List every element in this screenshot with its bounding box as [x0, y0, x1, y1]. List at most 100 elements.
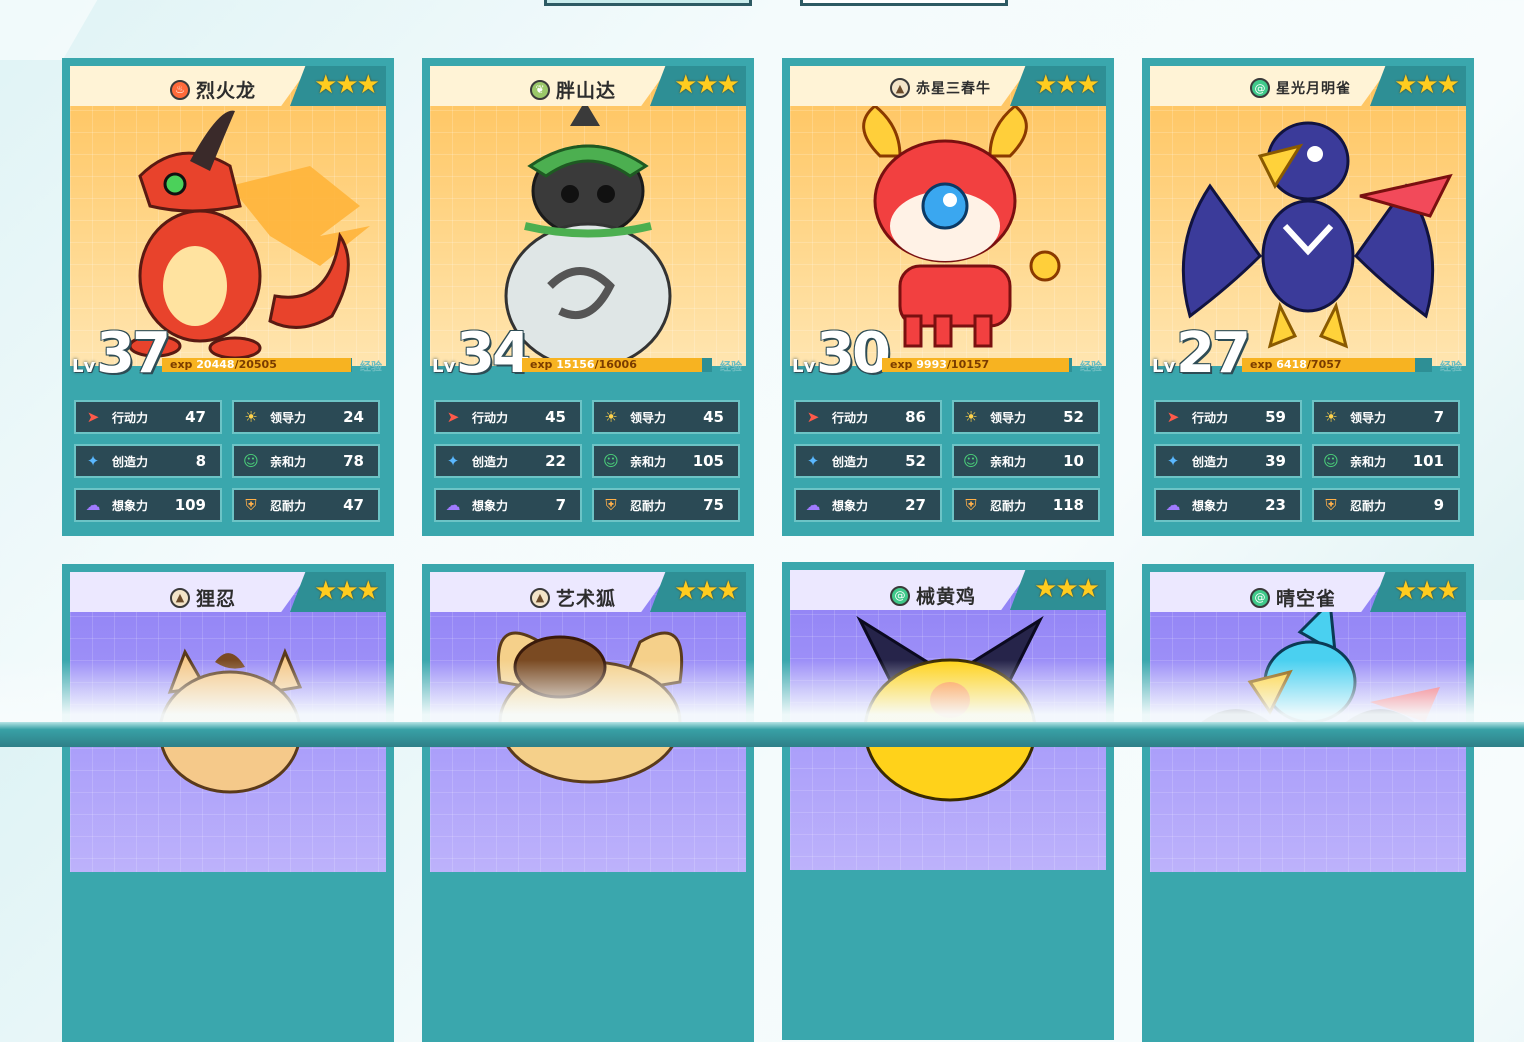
pet-card[interactable]: ★★★ ▲ 赤星三春牛 Lv 30 exp 9993/10157 经验 ➤ 行动力… [782, 58, 1114, 536]
rarity-stars: ★★★ [674, 576, 740, 606]
stat-value: 7 [555, 496, 566, 514]
stat-value: 59 [1265, 408, 1286, 426]
stat-value: 24 [343, 408, 364, 426]
stat-value: 45 [545, 408, 566, 426]
cloud-icon: ☁ [1165, 496, 1181, 514]
exp-prefix: exp [530, 358, 553, 371]
exp-button[interactable]: 经验 [720, 358, 742, 374]
smile-icon: ☺ [243, 452, 259, 470]
cloud-icon: ☁ [445, 496, 461, 514]
pet-name: 械黄鸡 [916, 586, 977, 608]
pet-card[interactable]: ★★★ ▲ 狸忍 [62, 564, 394, 1042]
level-label: Lv [432, 356, 456, 377]
stat-create: ✦ 创造力 52 [794, 444, 942, 478]
sun-icon: ☀ [604, 408, 618, 426]
level-row: Lv 34 exp 15156/16006 经验 [430, 326, 746, 382]
stat-endure: ⛨ 忍耐力 9 [1312, 488, 1460, 522]
sun-icon: ☀ [244, 408, 258, 426]
stat-value: 10 [1063, 452, 1084, 470]
exp-current: 15156 [556, 358, 595, 371]
stat-imagine: ☁ 想象力 27 [794, 488, 942, 522]
speed-icon: ➤ [86, 408, 100, 426]
exp-button[interactable]: 经验 [1080, 358, 1102, 374]
stat-label: 创造力 [1192, 454, 1229, 469]
exp-max: /10157 [946, 358, 990, 371]
pet-card[interactable]: ★★★ @ 星光月明雀 Lv 27 exp 6418/7057 经验 ➤ 行动力 5… [1142, 58, 1474, 536]
pet-card[interactable]: ★★★ @ 晴空雀 [1142, 564, 1474, 1042]
stat-affinity: ☺ 亲和力 10 [952, 444, 1100, 478]
stat-label: 忍耐力 [1350, 498, 1387, 513]
level-label: Lv [792, 356, 816, 377]
exp-button[interactable]: 经验 [360, 358, 382, 374]
stat-label: 亲和力 [630, 454, 667, 469]
exp-bar: exp 6418/7057 [1242, 358, 1432, 372]
smile-icon: ☺ [603, 452, 619, 470]
stat-lead: ☀ 领导力 7 [1312, 400, 1460, 434]
rarity-stars: ★★★ [674, 70, 740, 100]
exp-bar: exp 20448/20505 [162, 358, 352, 372]
stat-value: 52 [1063, 408, 1084, 426]
pet-name: 星光月明雀 [1276, 81, 1351, 97]
pet-card[interactable]: ★★★ ▲ 艺术狐 [422, 564, 754, 1042]
stat-label: 行动力 [1192, 410, 1229, 425]
fire-icon: ♨ [170, 79, 190, 100]
stat-label: 想象力 [112, 498, 149, 513]
stat-value: 118 [1052, 496, 1084, 514]
shield-icon: ⛨ [605, 496, 617, 514]
level-row: Lv 30 exp 9993/10157 经验 [790, 326, 1106, 382]
pet-card[interactable]: ★★★ ❦ 胖山达 Lv 34 exp 15156/16006 经验 ➤ 行动力 4… [422, 58, 754, 536]
stat-imagine: ☁ 想象力 23 [1154, 488, 1302, 522]
shield-icon: ⛨ [1325, 496, 1337, 514]
stat-create: ✦ 创造力 22 [434, 444, 582, 478]
filter-tab-left[interactable] [544, 0, 752, 6]
stat-speed: ➤ 行动力 86 [794, 400, 942, 434]
level-row: Lv 37 exp 20448/20505 经验 [70, 326, 386, 382]
stat-create: ✦ 创造力 39 [1154, 444, 1302, 478]
stat-label: 领导力 [630, 410, 667, 425]
bulb-icon: ✦ [446, 452, 460, 470]
speed-icon: ➤ [1166, 408, 1180, 426]
stat-value: 27 [905, 496, 926, 514]
speed-icon: ➤ [446, 408, 460, 426]
stat-label: 行动力 [472, 410, 509, 425]
stat-speed: ➤ 行动力 47 [74, 400, 222, 434]
stat-label: 忍耐力 [990, 498, 1027, 513]
stat-speed: ➤ 行动力 59 [1154, 400, 1302, 434]
exp-bar: exp 9993/10157 [882, 358, 1072, 372]
stat-affinity: ☺ 亲和力 101 [1312, 444, 1460, 478]
bulb-icon: ✦ [1166, 452, 1180, 470]
exp-button[interactable]: 经验 [1440, 358, 1462, 374]
filter-tab-right[interactable] [800, 0, 1008, 6]
stat-label: 亲和力 [1350, 454, 1387, 469]
bottom-bar [0, 722, 1524, 747]
bulb-icon: ✦ [806, 452, 820, 470]
exp-prefix: exp [170, 358, 193, 371]
stat-value: 7 [1433, 408, 1444, 426]
shield-icon: ⛨ [965, 496, 977, 514]
pet-card[interactable]: ★★★ @ 械黄鸡 [782, 562, 1114, 1040]
level-value: 37 [96, 321, 171, 386]
stat-label: 忍耐力 [630, 498, 667, 513]
rarity-stars: ★★★ [1034, 574, 1100, 604]
stat-lead: ☀ 领导力 45 [592, 400, 740, 434]
stat-value: 105 [692, 452, 724, 470]
pet-card[interactable]: ★★★ ♨ 烈火龙 Lv 37 exp 20448/20505 经验 ➤ 行动力 4… [62, 58, 394, 536]
exp-max: /7057 [1306, 358, 1342, 371]
leaf-icon: ❦ [530, 79, 550, 100]
ground-icon: ▲ [890, 78, 910, 98]
stat-value: 86 [905, 408, 926, 426]
stat-label: 创造力 [832, 454, 869, 469]
stat-value: 8 [195, 452, 206, 470]
stat-label: 创造力 [472, 454, 509, 469]
exp-max: /16006 [594, 358, 637, 371]
pet-name: 赤星三春牛 [916, 81, 991, 97]
cloud-icon: ☁ [805, 496, 821, 514]
stat-endure: ⛨ 忍耐力 75 [592, 488, 740, 522]
stat-affinity: ☺ 亲和力 105 [592, 444, 740, 478]
stat-value: 23 [1265, 496, 1286, 514]
stat-value: 47 [185, 408, 206, 426]
rarity-stars: ★★★ [1394, 70, 1460, 100]
smile-icon: ☺ [963, 452, 979, 470]
exp-bar: exp 15156/16006 [522, 358, 712, 372]
sun-icon: ☀ [964, 408, 978, 426]
